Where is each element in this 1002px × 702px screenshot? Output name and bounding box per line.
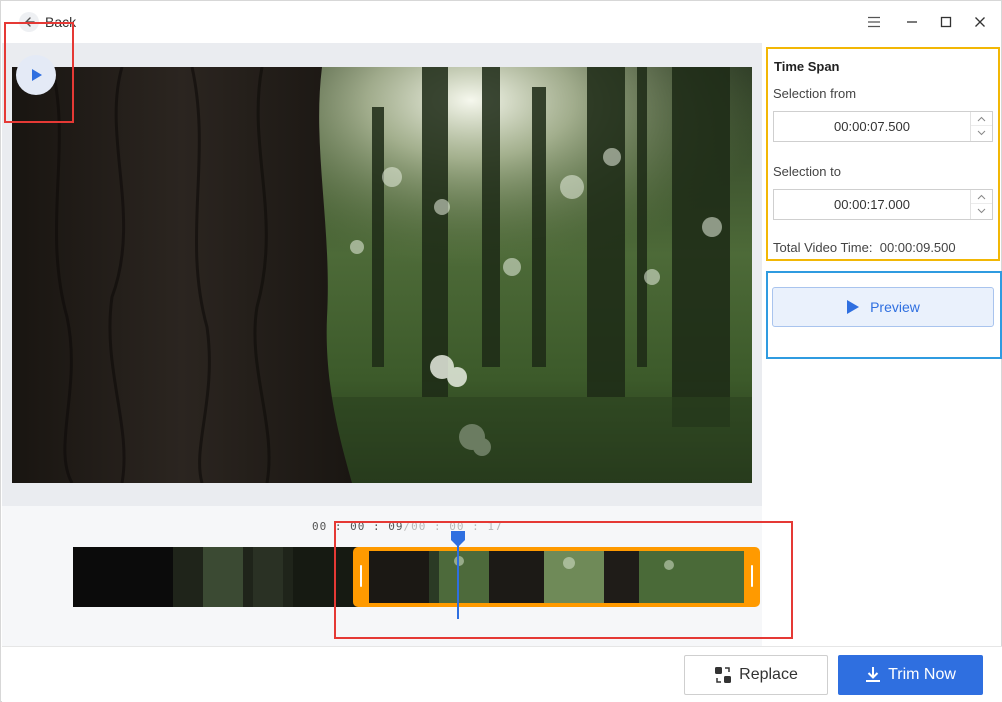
- play-icon: [32, 69, 42, 81]
- chevron-up-icon[interactable]: [971, 190, 992, 204]
- play-icon: [847, 300, 860, 314]
- selection-from-stepper: [970, 112, 992, 141]
- selection-to-value[interactable]: 00:00:17.000: [774, 190, 970, 219]
- playhead-handle[interactable]: [450, 530, 466, 553]
- filmstrip[interactable]: [73, 547, 358, 607]
- trim-now-label: Trim Now: [888, 666, 956, 683]
- selection-to-label: Selection to: [773, 164, 841, 179]
- chevron-up-icon[interactable]: [971, 112, 992, 126]
- selection-range[interactable]: [353, 547, 760, 607]
- replace-icon: [715, 667, 732, 683]
- trim-now-button[interactable]: Trim Now: [838, 655, 983, 695]
- total-video-time: Total Video Time: 00:00:09.500: [773, 240, 956, 255]
- total-value: 00:00:09.500: [879, 240, 956, 255]
- selection-from-value[interactable]: 00:00:07.500: [774, 112, 970, 141]
- close-icon[interactable]: [971, 13, 989, 31]
- right-trim-handle[interactable]: [751, 565, 753, 587]
- selected-frames: [369, 551, 744, 603]
- chevron-down-icon[interactable]: [971, 126, 992, 140]
- preview-panel: Preview: [766, 271, 1002, 359]
- replace-label: Replace: [739, 666, 798, 683]
- menu-icon[interactable]: [865, 13, 883, 31]
- footer-bar: Replace Trim Now: [2, 646, 1002, 702]
- selection-from-label: Selection from: [773, 86, 857, 101]
- time-span-panel: Time Span Selection from 00:00:07.500 Se…: [766, 47, 1000, 261]
- time-span-title: Time Span: [774, 59, 840, 74]
- chevron-down-icon[interactable]: [971, 204, 992, 218]
- title-bar: Back: [1, 1, 1001, 43]
- download-icon: [866, 667, 881, 682]
- minimize-icon[interactable]: [903, 13, 921, 31]
- play-button[interactable]: [16, 55, 56, 95]
- left-trim-handle[interactable]: [360, 565, 362, 587]
- trim-window: Back 00: 00: 09/00: 00: 17 Time Span…: [0, 0, 1002, 702]
- preview-label: Preview: [870, 299, 920, 315]
- selection-to-field[interactable]: 00:00:17.000: [773, 189, 993, 220]
- replace-button[interactable]: Replace: [684, 655, 828, 695]
- total-label: Total Video Time:: [773, 240, 873, 255]
- selection-to-stepper: [970, 190, 992, 219]
- video-area: [2, 43, 762, 506]
- preview-button[interactable]: Preview: [772, 287, 994, 327]
- video-frame[interactable]: [12, 67, 752, 483]
- selection-from-field[interactable]: 00:00:07.500: [773, 111, 993, 142]
- maximize-icon[interactable]: [937, 13, 955, 31]
